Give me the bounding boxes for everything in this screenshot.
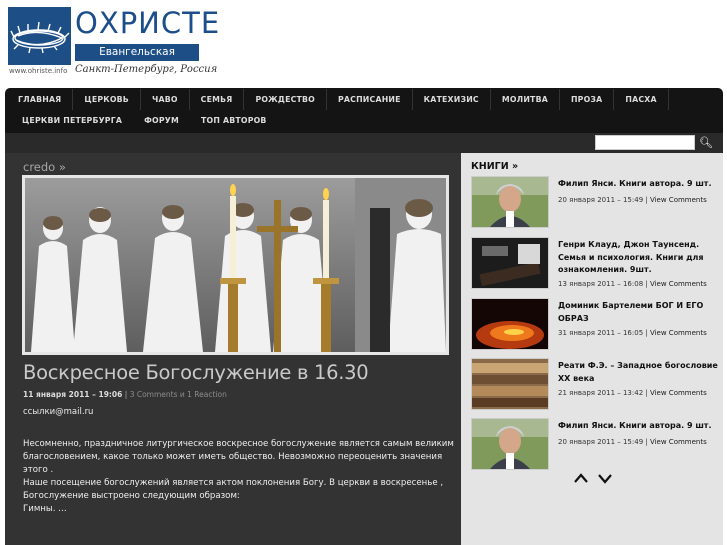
book-title[interactable]: Доминик Бартелеми БОГ И ЕГО ОБРАЗ — [558, 300, 720, 325]
book-title[interactable]: Филип Янси. Книги автора. 9 шт. — [558, 178, 720, 191]
nav-item-faq[interactable]: ЧАВО — [141, 89, 190, 110]
sidebar-title[interactable]: КНИГИ » — [471, 161, 518, 172]
book-thumbnail[interactable] — [471, 358, 549, 410]
book-date: 31 января 2011 – 16:05 — [558, 329, 644, 337]
book-thumbnail[interactable] — [471, 298, 549, 350]
book-meta: 20 января 2011 – 15:49 | View Comments — [558, 438, 707, 446]
nav-row-secondary: ЦЕРКВИ ПЕТЕРБУРГА ФОРУМ ТОП АВТОРОВ — [5, 110, 278, 131]
book-item: Реати Ф.Э. – Западное богословие XX века… — [471, 358, 721, 412]
nav-item-christmas[interactable]: РОЖДЕСТВО — [244, 89, 328, 110]
book-title[interactable]: Реати Ф.Э. – Западное богословие XX века — [558, 360, 720, 385]
chevron-down-icon — [598, 474, 612, 484]
chevron-up-icon — [574, 473, 588, 483]
site-city: Санкт-Петербург, Россия — [75, 64, 218, 75]
main-content: credo » Воскресное Богослужение в 16.30 … — [5, 153, 461, 545]
crown-of-thorns-logo-icon[interactable] — [8, 7, 71, 65]
post-meta: 11 января 2011 – 19:06 | 3 Comments и 1 … — [23, 390, 227, 399]
site-title[interactable]: ОХРИСТЕ — [75, 6, 220, 40]
nav-item-easter[interactable]: ПАСХА — [614, 89, 669, 110]
book-date: 13 января 2011 – 16:08 — [558, 280, 644, 288]
sidebar-books: КНИГИ » Филип Янси. Книги автора. 9 шт. … — [461, 153, 723, 545]
search-icon[interactable]: 🔍︎ — [698, 134, 714, 151]
book-meta: 20 января 2011 – 15:49 | View Comments — [558, 196, 707, 204]
nav-item-catechism[interactable]: КАТЕХИЗИС — [413, 89, 491, 110]
book-meta: 31 января 2011 – 16:05 | View Comments — [558, 329, 707, 337]
category-link[interactable]: credo » — [23, 160, 66, 174]
post-body: Несомненно, праздничное литургическое во… — [23, 438, 457, 516]
site-subtitle: Евангельская Церковь — [75, 44, 199, 75]
nav-item-schedule[interactable]: РАСПИСАНИЕ — [327, 89, 413, 110]
book-item: Генри Клауд, Джон Таунсенд. Семья и псих… — [471, 237, 721, 291]
book-date: 21 января 2011 – 13:42 — [558, 389, 644, 397]
view-comments-link[interactable]: View Comments — [650, 389, 707, 397]
post-title[interactable]: Воскресное Богослужение в 16.30 — [23, 361, 369, 384]
nav-item-petersburg-churches[interactable]: ЦЕРКВИ ПЕТЕРБУРГА — [5, 110, 133, 131]
post-email: ссылки@mail.ru — [23, 407, 94, 417]
nav-item-forum[interactable]: ФОРУМ — [133, 110, 190, 131]
nav-item-family[interactable]: СЕМЬЯ — [190, 89, 245, 110]
book-date: 20 января 2011 – 15:49 — [558, 438, 644, 446]
post-comments-link[interactable]: 3 Comments и 1 Reaction — [130, 390, 227, 399]
nav-item-prose[interactable]: ПРОЗА — [560, 89, 615, 110]
book-title[interactable]: Генри Клауд, Джон Таунсенд. Семья и псих… — [558, 239, 720, 277]
book-item: Филип Янси. Книги автора. 9 шт. 20 январ… — [471, 176, 721, 230]
search-bar: 🔍︎ — [5, 133, 723, 153]
book-thumbnail[interactable] — [471, 176, 549, 228]
sidebar-pager — [574, 471, 614, 488]
post-paragraph: Наше посещение богослужений является акт… — [23, 478, 444, 501]
site-url: www.ohriste.info — [9, 67, 68, 75]
search-input[interactable] — [595, 135, 695, 150]
nav-row-primary: ГЛАВНАЯ ЦЕРКОВЬ ЧАВО СЕМЬЯ РОЖДЕСТВО РАС… — [5, 89, 669, 110]
nav-item-prayer[interactable]: МОЛИТВА — [491, 89, 560, 110]
post-paragraph: Несомненно, праздничное литургическое во… — [23, 439, 454, 475]
featured-image[interactable] — [22, 175, 449, 355]
book-title[interactable]: Филип Янси. Книги автора. 9 шт. — [558, 420, 720, 433]
book-thumbnail[interactable] — [471, 418, 549, 470]
book-meta: 21 января 2011 – 13:42 | View Comments — [558, 389, 707, 397]
book-thumbnail[interactable] — [471, 237, 549, 289]
view-comments-link[interactable]: View Comments — [650, 438, 707, 446]
meta-separator: | — [124, 390, 128, 399]
site-header: ОХРИСТЕ Евангельская Церковь www.ohriste… — [0, 0, 727, 88]
nav-item-church[interactable]: ЦЕРКОВЬ — [73, 89, 141, 110]
book-item: Доминик Бартелеми БОГ И ЕГО ОБРАЗ 31 янв… — [471, 298, 721, 352]
nav-item-top-authors[interactable]: ТОП АВТОРОВ — [190, 110, 278, 131]
view-comments-link[interactable]: View Comments — [650, 196, 707, 204]
book-date: 20 января 2011 – 15:49 — [558, 196, 644, 204]
post-paragraph: Гимны. … — [23, 504, 67, 514]
book-meta: 13 января 2011 – 16:08 | View Comments — [558, 280, 707, 288]
main-nav: ГЛАВНАЯ ЦЕРКОВЬ ЧАВО СЕМЬЯ РОЖДЕСТВО РАС… — [5, 88, 723, 133]
view-comments-link[interactable]: View Comments — [650, 329, 707, 337]
view-comments-link[interactable]: View Comments — [650, 280, 707, 288]
book-item: Филип Янси. Книги автора. 9 шт. 20 январ… — [471, 418, 721, 472]
post-date: 11 января 2011 – 19:06 — [23, 390, 123, 399]
nav-item-home[interactable]: ГЛАВНАЯ — [5, 89, 74, 110]
